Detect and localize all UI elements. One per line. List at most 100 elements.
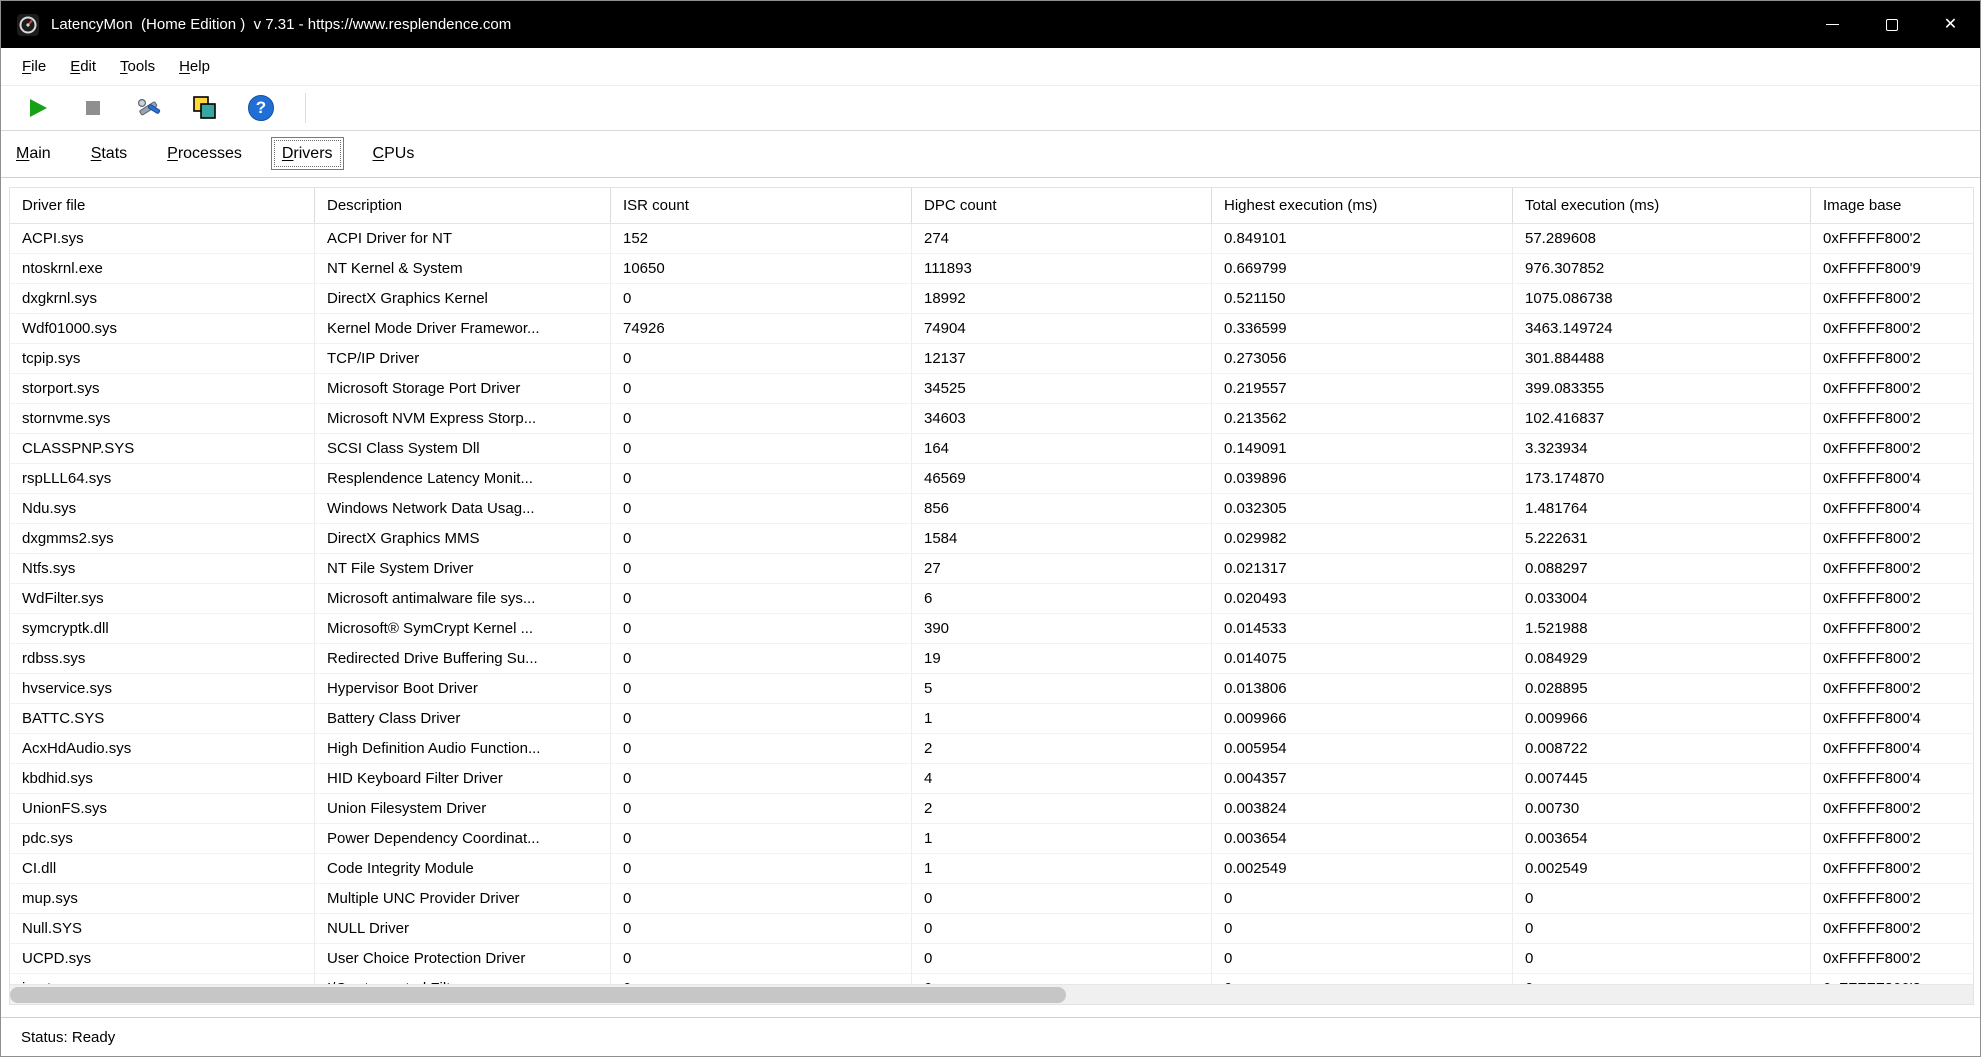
column-header-driver-file[interactable]: Driver file — [10, 188, 315, 223]
column-header-isr-count[interactable]: ISR count — [611, 188, 912, 223]
table-row[interactable]: pdc.sys Power Dependency Coordinat... 0 … — [10, 824, 1973, 854]
cell-description: TCP/IP Driver — [315, 344, 611, 374]
report-button[interactable] — [191, 94, 219, 122]
column-header-image-base[interactable]: Image base — [1811, 188, 1973, 223]
tab-stats[interactable]: Stats — [91, 145, 127, 163]
cell-image-base: 0xFFFFF800'4 — [1811, 494, 1973, 524]
table-row[interactable]: CI.dll Code Integrity Module 0 1 0.00254… — [10, 854, 1973, 884]
cell-description: ACPI Driver for NT — [315, 224, 611, 254]
cell-driver-file: storport.sys — [10, 374, 315, 404]
cell-image-base: 0xFFFFF800'2 — [1811, 614, 1973, 644]
cell-isr-count: 0 — [611, 884, 912, 914]
cell-highest-execution: 0.669799 — [1212, 254, 1513, 284]
table-row[interactable]: dxgkrnl.sys DirectX Graphics Kernel 0 18… — [10, 284, 1973, 314]
cell-highest-execution: 0.032305 — [1212, 494, 1513, 524]
cell-image-base: 0xFFFFF800'2 — [1811, 374, 1973, 404]
cell-description: DirectX Graphics MMS — [315, 524, 611, 554]
cell-total-execution: 0.028895 — [1513, 674, 1811, 704]
tab-cpus[interactable]: CPUs — [373, 145, 415, 163]
tab-main[interactable]: Main — [16, 145, 51, 163]
cell-dpc-count: 12137 — [912, 344, 1212, 374]
cell-description: Battery Class Driver — [315, 704, 611, 734]
menu-edit[interactable]: Edit — [58, 52, 108, 81]
table-row[interactable]: Wdf01000.sys Kernel Mode Driver Framewor… — [10, 314, 1973, 344]
table-row[interactable]: symcryptk.dll Microsoft® SymCrypt Kernel… — [10, 614, 1973, 644]
cell-description: NT File System Driver — [315, 554, 611, 584]
cell-total-execution: 0.003654 — [1513, 824, 1811, 854]
table-row[interactable]: stornvme.sys Microsoft NVM Express Storp… — [10, 404, 1973, 434]
cell-description: Resplendence Latency Monit... — [315, 464, 611, 494]
minimize-button[interactable] — [1803, 1, 1862, 48]
cell-isr-count: 0 — [611, 944, 912, 974]
cell-image-base: 0xFFFFF800'2 — [1811, 224, 1973, 254]
table-row[interactable]: hvservice.sys Hypervisor Boot Driver 0 5… — [10, 674, 1973, 704]
cell-driver-file: AcxHdAudio.sys — [10, 734, 315, 764]
cell-driver-file: UCPD.sys — [10, 944, 315, 974]
horizontal-scrollbar[interactable] — [10, 984, 1973, 1004]
table-row[interactable]: rspLLL64.sys Resplendence Latency Monit.… — [10, 464, 1973, 494]
table-row[interactable]: storport.sys Microsoft Storage Port Driv… — [10, 374, 1973, 404]
table-row[interactable]: UnionFS.sys Union Filesystem Driver 0 2 … — [10, 794, 1973, 824]
table-row[interactable]: UCPD.sys User Choice Protection Driver 0… — [10, 944, 1973, 974]
table-row[interactable]: WdFilter.sys Microsoft antimalware file … — [10, 584, 1973, 614]
table-row[interactable]: ntoskrnl.exe NT Kernel & System 10650 11… — [10, 254, 1973, 284]
table-row[interactable]: Ntfs.sys NT File System Driver 0 27 0.02… — [10, 554, 1973, 584]
cell-total-execution: 301.884488 — [1513, 344, 1811, 374]
cell-driver-file: ACPI.sys — [10, 224, 315, 254]
cell-dpc-count: 856 — [912, 494, 1212, 524]
tab-processes[interactable]: Processes — [167, 145, 242, 163]
cell-isr-count: 0 — [611, 494, 912, 524]
table-row[interactable]: Null.SYS NULL Driver 0 0 0 0 0xFFFFF800'… — [10, 914, 1973, 944]
tab-drivers[interactable]: Drivers — [282, 145, 333, 163]
menu-file[interactable]: File — [10, 52, 58, 81]
help-button[interactable]: ? — [247, 94, 275, 122]
table-row[interactable]: ACPI.sys ACPI Driver for NT 152 274 0.84… — [10, 224, 1973, 254]
cell-total-execution: 0.007445 — [1513, 764, 1811, 794]
tabbar: Main Stats Processes Drivers CPUs — [1, 131, 1980, 178]
table-row[interactable]: Ndu.sys Windows Network Data Usag... 0 8… — [10, 494, 1973, 524]
cell-dpc-count: 0 — [912, 944, 1212, 974]
stop-monitor-button[interactable] — [79, 94, 107, 122]
menu-tools[interactable]: Tools — [108, 52, 167, 81]
cell-image-base: 0xFFFFF800'2 — [1811, 524, 1973, 554]
close-button[interactable]: ✕ — [1921, 1, 1980, 48]
cell-driver-file: UnionFS.sys — [10, 794, 315, 824]
table-row[interactable]: dxgmms2.sys DirectX Graphics MMS 0 1584 … — [10, 524, 1973, 554]
menu-help[interactable]: Help — [167, 52, 222, 81]
cell-dpc-count: 274 — [912, 224, 1212, 254]
cell-isr-count: 0 — [611, 764, 912, 794]
cell-dpc-count: 4 — [912, 764, 1212, 794]
minimize-icon — [1826, 24, 1839, 25]
cell-highest-execution: 0.273056 — [1212, 344, 1513, 374]
table-row[interactable]: BATTC.SYS Battery Class Driver 0 1 0.009… — [10, 704, 1973, 734]
cell-total-execution: 0.033004 — [1513, 584, 1811, 614]
column-header-description[interactable]: Description — [315, 188, 611, 223]
start-monitor-button[interactable] — [23, 94, 51, 122]
cell-highest-execution: 0.149091 — [1212, 434, 1513, 464]
cell-driver-file: CLASSPNP.SYS — [10, 434, 315, 464]
horizontal-scrollbar-thumb[interactable] — [10, 987, 1066, 1003]
cell-dpc-count: 34525 — [912, 374, 1212, 404]
cell-dpc-count: 18992 — [912, 284, 1212, 314]
column-header-dpc-count[interactable]: DPC count — [912, 188, 1212, 223]
table-row[interactable]: AcxHdAudio.sys High Definition Audio Fun… — [10, 734, 1973, 764]
table-row[interactable]: tcpip.sys TCP/IP Driver 0 12137 0.273056… — [10, 344, 1973, 374]
cell-isr-count: 0 — [611, 794, 912, 824]
cell-dpc-count: 0 — [912, 914, 1212, 944]
table-row[interactable]: mup.sys Multiple UNC Provider Driver 0 0… — [10, 884, 1973, 914]
options-button[interactable] — [135, 94, 163, 122]
column-header-total-execution[interactable]: Total execution (ms) — [1513, 188, 1811, 223]
cell-isr-count: 0 — [611, 674, 912, 704]
table-row[interactable]: rdbss.sys Redirected Drive Buffering Su.… — [10, 644, 1973, 674]
status-text: Status: Ready — [21, 1029, 115, 1046]
cell-dpc-count: 5 — [912, 674, 1212, 704]
table-body: ACPI.sys ACPI Driver for NT 152 274 0.84… — [10, 224, 1973, 986]
table-row[interactable]: CLASSPNP.SYS SCSI Class System Dll 0 164… — [10, 434, 1973, 464]
maximize-button[interactable] — [1862, 1, 1921, 48]
menubar: File Edit Tools Help — [1, 48, 1980, 86]
cell-image-base: 0xFFFFF800'2 — [1811, 854, 1973, 884]
cell-total-execution: 0.00730 — [1513, 794, 1811, 824]
column-header-highest-execution[interactable]: Highest execution (ms) — [1212, 188, 1513, 223]
table-row[interactable]: kbdhid.sys HID Keyboard Filter Driver 0 … — [10, 764, 1973, 794]
cell-isr-count: 0 — [611, 914, 912, 944]
